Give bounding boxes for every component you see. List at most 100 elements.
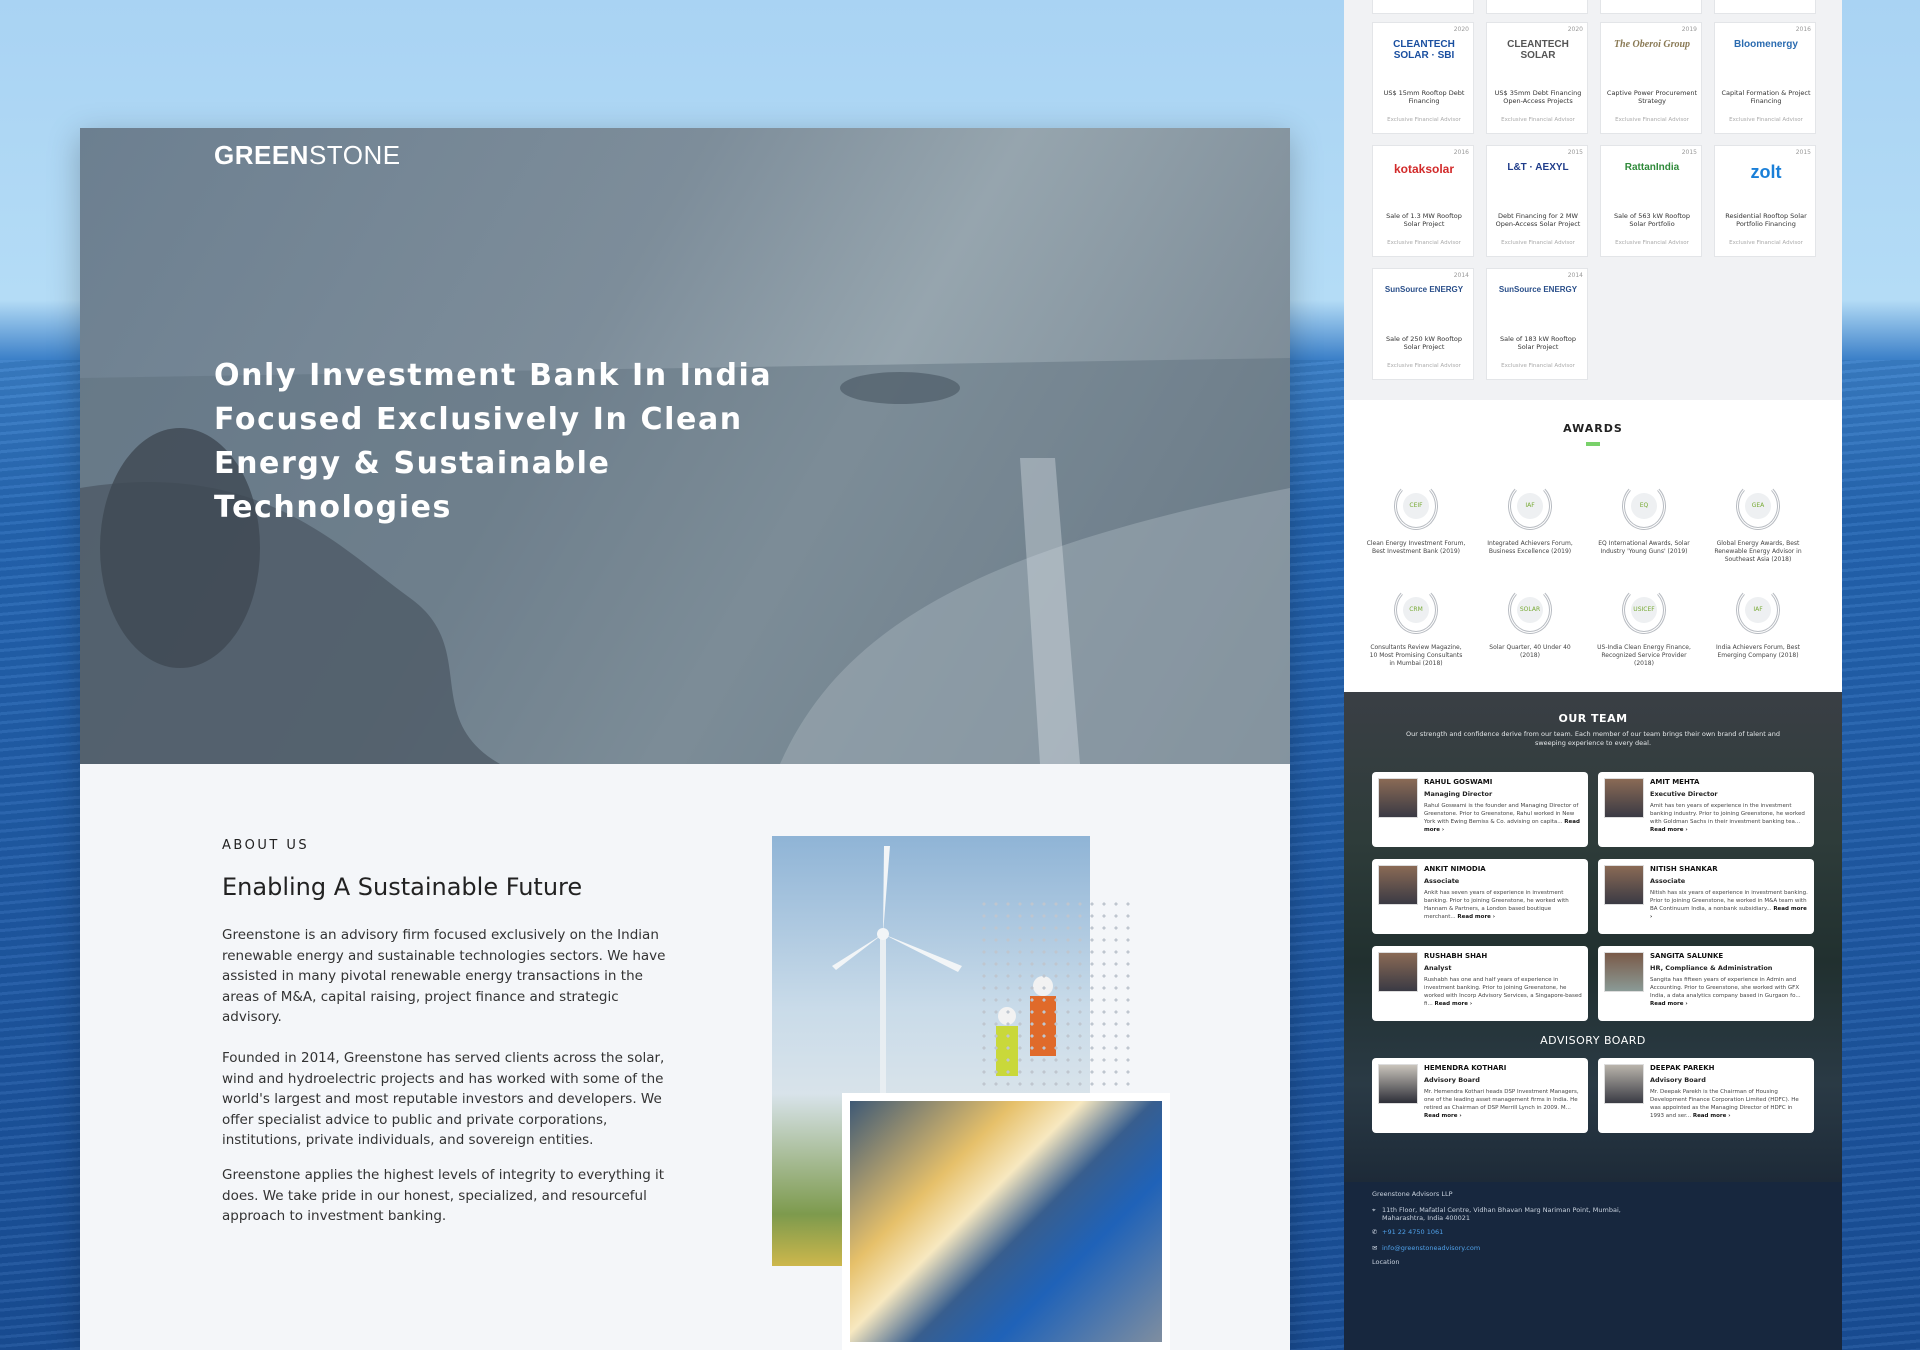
award-item: CEIF Clean Energy Investment Forum, Best… bbox=[1366, 482, 1466, 592]
deal-title: Sale of 250 kW Rooftop Solar Project bbox=[1385, 335, 1463, 351]
deal-logo: CLEANTECH SOLAR · SBI bbox=[1393, 39, 1455, 61]
member-name: RUSHABH SHAH bbox=[1424, 952, 1488, 960]
award-badge: IAF bbox=[1517, 493, 1543, 519]
avatar bbox=[1604, 952, 1644, 992]
deal-year: 2015 bbox=[1567, 149, 1583, 156]
hero-heading: Only Investment Bank In India Focused Ex… bbox=[214, 358, 773, 525]
member-bio: Rahul Goswami is the founder and Managin… bbox=[1424, 803, 1579, 825]
deals-grid: 2020 CLEANTECH SOLAR · SBI US$ 15mm Roof… bbox=[1344, 0, 1842, 400]
deal-title: Capital Formation & Project Financing bbox=[1721, 89, 1811, 105]
member-role: HR, Compliance & Administration bbox=[1650, 964, 1773, 972]
deal-year: 2015 bbox=[1795, 149, 1811, 156]
deal-advisor: Exclusive Financial Advisor bbox=[1729, 240, 1803, 246]
about-paragraph: Greenstone applies the highest levels of… bbox=[222, 1167, 665, 1224]
award-item: IAF India Achievers Forum, Best Emerging… bbox=[1708, 586, 1808, 696]
member-role: Advisory Board bbox=[1424, 1076, 1480, 1084]
team-card[interactable]: RAHUL GOSWAMI Managing Director Rahul Go… bbox=[1372, 772, 1588, 847]
read-more-link[interactable]: Read more › bbox=[1457, 914, 1495, 920]
award-item: IAF Integrated Achievers Forum, Business… bbox=[1480, 482, 1580, 592]
member-role: Advisory Board bbox=[1650, 1076, 1706, 1084]
deal-card[interactable]: 2019 The Oberoi Group Captive Power Proc… bbox=[1600, 22, 1702, 134]
member-bio: Sangita has fifteen years of experience … bbox=[1650, 977, 1801, 999]
read-more-link[interactable]: Read more › bbox=[1424, 1113, 1462, 1119]
deal-advisor: Exclusive Financial Advisor bbox=[1729, 117, 1803, 123]
deal-card[interactable]: 2016 kotaksolar Sale of 1.3 MW Rooftop S… bbox=[1372, 145, 1474, 257]
deal-card[interactable]: 2020 CLEANTECH SOLAR · SBI US$ 15mm Roof… bbox=[1372, 22, 1474, 134]
deal-title: Captive Power Procurement Strategy bbox=[1606, 89, 1698, 105]
deal-title: Sale of 183 kW Rooftop Solar Project bbox=[1499, 335, 1577, 351]
deal-card[interactable]: 2015 L&T · AEXYL Debt Financing for 2 MW… bbox=[1486, 145, 1588, 257]
laurel-icon: GEA bbox=[1736, 482, 1780, 530]
deal-logo: SunSource ENERGY bbox=[1384, 285, 1464, 294]
site-footer: Greenstone Advisors LLP ⌖ 11th Floor, Ma… bbox=[1344, 1182, 1842, 1350]
footer-phone-link[interactable]: +91 22 4750 1061 bbox=[1382, 1228, 1443, 1236]
title-underline bbox=[1586, 442, 1600, 446]
deal-card[interactable]: 2015 zolt Residential Rooftop Solar Port… bbox=[1714, 145, 1816, 257]
deal-year: 2014 bbox=[1453, 272, 1469, 279]
member-bio: Amit has ten years of experience in the … bbox=[1650, 803, 1805, 825]
deal-logo: RattanIndia bbox=[1624, 162, 1680, 173]
avatar bbox=[1604, 865, 1644, 905]
dot-pattern bbox=[978, 898, 1138, 1108]
award-caption: Integrated Achievers Forum, Business Exc… bbox=[1487, 540, 1573, 555]
award-caption: Consultants Review Magazine, 10 Most Pro… bbox=[1369, 644, 1463, 667]
deal-card[interactable]: 2014 SunSource ENERGY Sale of 183 kW Roo… bbox=[1486, 268, 1588, 380]
deal-advisor: Exclusive Financial Advisor bbox=[1387, 117, 1461, 123]
brand-logo[interactable]: GREENSTONE bbox=[214, 140, 401, 171]
award-badge: CRM bbox=[1403, 597, 1429, 623]
laurel-icon: CEIF bbox=[1394, 482, 1438, 530]
team-card[interactable]: ANKIT NIMODIA Associate Ankit has seven … bbox=[1372, 859, 1588, 934]
deal-logo: zolt bbox=[1750, 162, 1782, 182]
laurel-icon: IAF bbox=[1736, 586, 1780, 634]
award-item: USICEF US-India Clean Energy Finance, Re… bbox=[1594, 586, 1694, 696]
deal-card bbox=[1372, 0, 1474, 14]
footer-email-link[interactable]: info@greenstoneadvisory.com bbox=[1382, 1244, 1480, 1252]
team-section: OUR TEAM Our strength and confidence der… bbox=[1344, 692, 1842, 1182]
team-card[interactable]: RUSHABH SHAH Analyst Rushabh has one and… bbox=[1372, 946, 1588, 1021]
read-more-link[interactable]: Read more › bbox=[1650, 827, 1688, 833]
footer-location-link[interactable]: Location bbox=[1372, 1258, 1400, 1266]
member-name: ANKIT NIMODIA bbox=[1424, 865, 1486, 873]
deal-card[interactable]: 2015 RattanIndia Sale of 563 kW Rooftop … bbox=[1600, 145, 1702, 257]
award-badge: IAF bbox=[1745, 597, 1771, 623]
deal-card bbox=[1486, 0, 1588, 14]
award-caption: EQ International Awards, Solar Industry … bbox=[1598, 540, 1690, 555]
deal-card[interactable]: 2014 SunSource ENERGY Sale of 250 kW Roo… bbox=[1372, 268, 1474, 380]
member-name: SANGITA SALUNKE bbox=[1650, 952, 1724, 960]
team-card[interactable]: AMIT MEHTA Executive Director Amit has t… bbox=[1598, 772, 1814, 847]
read-more-link[interactable]: Read more › bbox=[1434, 1001, 1472, 1007]
laurel-icon: CRM bbox=[1394, 586, 1438, 634]
deal-title: Sale of 563 kW Rooftop Solar Portfolio bbox=[1613, 212, 1691, 228]
deal-card[interactable]: 2016 Bloomenergy Capital Formation & Pro… bbox=[1714, 22, 1816, 134]
team-title: OUR TEAM bbox=[1558, 712, 1628, 725]
read-more-link[interactable]: Read more › bbox=[1650, 1001, 1688, 1007]
deal-logo: L&T · AEXYL bbox=[1507, 162, 1569, 173]
avatar bbox=[1378, 865, 1418, 905]
member-role: Analyst bbox=[1424, 964, 1452, 972]
member-role: Executive Director bbox=[1650, 790, 1718, 798]
deal-logo: kotaksolar bbox=[1393, 162, 1455, 176]
deal-logo: SunSource ENERGY bbox=[1498, 285, 1578, 294]
deal-title: US$ 35mm Debt Financing Open-Access Proj… bbox=[1494, 89, 1582, 105]
read-more-link[interactable]: Read more › bbox=[1693, 1113, 1731, 1119]
deal-year: 2016 bbox=[1795, 26, 1811, 33]
team-card[interactable]: NITISH SHANKAR Associate Nitish has six … bbox=[1598, 859, 1814, 934]
deal-card[interactable]: 2020 CLEANTECH SOLAR US$ 35mm Debt Finan… bbox=[1486, 22, 1588, 134]
deal-title: Residential Rooftop Solar Portfolio Fina… bbox=[1725, 212, 1807, 228]
team-subtitle: Our strength and confidence derive from … bbox=[1405, 730, 1781, 747]
awards-title: AWARDS bbox=[1563, 422, 1623, 435]
member-role: Associate bbox=[1650, 877, 1686, 885]
deal-advisor: Exclusive Financial Advisor bbox=[1387, 240, 1461, 246]
team-card[interactable]: SANGITA SALUNKE HR, Compliance & Adminis… bbox=[1598, 946, 1814, 1021]
award-item: EQ EQ International Awards, Solar Indust… bbox=[1594, 482, 1694, 592]
advisor-card[interactable]: HEMENDRA KOTHARI Advisory Board Mr. Heme… bbox=[1372, 1058, 1588, 1133]
deal-advisor: Exclusive Financial Advisor bbox=[1501, 240, 1575, 246]
advisor-card[interactable]: DEEPAK PAREKH Advisory Board Mr. Deepak … bbox=[1598, 1058, 1814, 1133]
deal-title: Sale of 1.3 MW Rooftop Solar Project bbox=[1386, 212, 1462, 228]
solar-worker-image bbox=[842, 1093, 1170, 1350]
deal-advisor: Exclusive Financial Advisor bbox=[1501, 117, 1575, 123]
homepage-mockup: GREENSTONE Only Investment Bank In India… bbox=[80, 128, 1290, 1350]
member-name: AMIT MEHTA bbox=[1650, 778, 1700, 786]
map-pin-icon: ⌖ bbox=[1372, 1206, 1376, 1214]
deal-card bbox=[1600, 0, 1702, 14]
